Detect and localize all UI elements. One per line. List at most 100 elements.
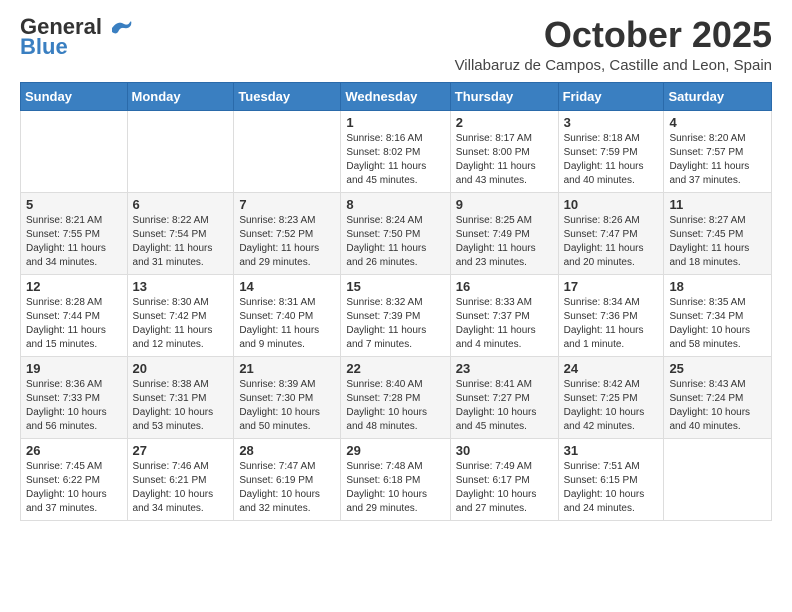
day-info: Sunrise: 8:34 AM Sunset: 7:36 PM Dayligh… (564, 296, 659, 352)
calendar-cell: 4 Sunrise: 8:20 AM Sunset: 7:57 PM Daylig… (664, 110, 772, 192)
day-info: Sunrise: 8:30 AM Sunset: 7:42 PM Dayligh… (133, 296, 229, 352)
day-number: 23 (456, 361, 553, 376)
day-info: Sunrise: 8:17 AM Sunset: 8:00 PM Dayligh… (456, 132, 553, 188)
day-info: Sunrise: 8:25 AM Sunset: 7:49 PM Dayligh… (456, 214, 553, 270)
day-number: 3 (564, 115, 659, 130)
calendar-cell: 10Sunrise: 8:26 AM Sunset: 7:47 PM Dayli… (558, 192, 664, 274)
calendar-cell: 20 Sunrise: 8:38 AM Sunset: 7:31 PM Dayli… (127, 356, 234, 438)
day-number: 22 (346, 361, 444, 376)
calendar-cell (127, 110, 234, 192)
header: General Blue October 2025 Villabaruz de … (20, 15, 772, 74)
calendar-cell: 27 Sunrise: 7:46 AM Sunset: 6:21 PM Dayli… (127, 438, 234, 520)
header-wednesday: Wednesday (341, 82, 450, 110)
calendar-cell: 3 Sunrise: 8:18 AM Sunset: 7:59 PM Daylig… (558, 110, 664, 192)
day-info: Sunrise: 8:42 AM Sunset: 7:25 PM Dayligh… (564, 378, 659, 434)
day-info: Sunrise: 8:35 AM Sunset: 7:34 PM Dayligh… (669, 296, 766, 352)
calendar-cell: 8 Sunrise: 8:24 AM Sunset: 7:50 PM Daylig… (341, 192, 450, 274)
day-number: 17 (564, 279, 659, 294)
calendar-cell: 31Sunrise: 7:51 AM Sunset: 6:15 PM Dayli… (558, 438, 664, 520)
calendar-cell (234, 110, 341, 192)
day-number: 7 (239, 197, 335, 212)
calendar: Sunday Monday Tuesday Wednesday Thursday… (20, 82, 772, 521)
day-info: Sunrise: 8:33 AM Sunset: 7:37 PM Dayligh… (456, 296, 553, 352)
calendar-cell: 17 Sunrise: 8:34 AM Sunset: 7:36 PM Dayli… (558, 274, 664, 356)
header-monday: Monday (127, 82, 234, 110)
day-number: 28 (239, 443, 335, 458)
day-number: 24 (564, 361, 659, 376)
day-info: Sunrise: 7:47 AM Sunset: 6:19 PM Dayligh… (239, 460, 335, 516)
calendar-cell: 19Sunrise: 8:36 AM Sunset: 7:33 PM Dayli… (21, 356, 128, 438)
day-info: Sunrise: 8:31 AM Sunset: 7:40 PM Dayligh… (239, 296, 335, 352)
calendar-cell: 9 Sunrise: 8:25 AM Sunset: 7:49 PM Daylig… (450, 192, 558, 274)
calendar-cell: 7 Sunrise: 8:23 AM Sunset: 7:52 PM Daylig… (234, 192, 341, 274)
day-number: 11 (669, 197, 766, 212)
header-thursday: Thursday (450, 82, 558, 110)
calendar-week-2: 5 Sunrise: 8:21 AM Sunset: 7:55 PM Daylig… (21, 192, 772, 274)
day-number: 6 (133, 197, 229, 212)
calendar-cell (664, 438, 772, 520)
day-number: 13 (133, 279, 229, 294)
calendar-cell: 18 Sunrise: 8:35 AM Sunset: 7:34 PM Dayli… (664, 274, 772, 356)
day-info: Sunrise: 8:16 AM Sunset: 8:02 PM Dayligh… (346, 132, 444, 188)
month-title: October 2025 (455, 15, 772, 55)
day-info: Sunrise: 8:22 AM Sunset: 7:54 PM Dayligh… (133, 214, 229, 270)
day-number: 5 (26, 197, 122, 212)
calendar-week-5: 26 Sunrise: 7:45 AM Sunset: 6:22 PM Dayli… (21, 438, 772, 520)
logo-bird-icon (110, 20, 132, 36)
logo-blue: Blue (20, 35, 68, 59)
day-info: Sunrise: 8:43 AM Sunset: 7:24 PM Dayligh… (669, 378, 766, 434)
days-header-row: Sunday Monday Tuesday Wednesday Thursday… (21, 82, 772, 110)
header-friday: Friday (558, 82, 664, 110)
day-number: 29 (346, 443, 444, 458)
day-number: 8 (346, 197, 444, 212)
day-number: 15 (346, 279, 444, 294)
location-title: Villabaruz de Campos, Castille and Leon,… (455, 57, 772, 74)
title-block: October 2025 Villabaruz de Campos, Casti… (455, 15, 772, 74)
day-number: 20 (133, 361, 229, 376)
calendar-cell: 25 Sunrise: 8:43 AM Sunset: 7:24 PM Dayli… (664, 356, 772, 438)
header-tuesday: Tuesday (234, 82, 341, 110)
calendar-cell: 22Sunrise: 8:40 AM Sunset: 7:28 PM Dayli… (341, 356, 450, 438)
calendar-cell: 24 Sunrise: 8:42 AM Sunset: 7:25 PM Dayli… (558, 356, 664, 438)
logo: General Blue (20, 15, 132, 59)
day-number: 25 (669, 361, 766, 376)
day-number: 2 (456, 115, 553, 130)
calendar-cell: 2 Sunrise: 8:17 AM Sunset: 8:00 PM Daylig… (450, 110, 558, 192)
calendar-cell: 16Sunrise: 8:33 AM Sunset: 7:37 PM Dayli… (450, 274, 558, 356)
day-number: 27 (133, 443, 229, 458)
day-number: 4 (669, 115, 766, 130)
day-number: 9 (456, 197, 553, 212)
day-number: 31 (564, 443, 659, 458)
day-info: Sunrise: 8:39 AM Sunset: 7:30 PM Dayligh… (239, 378, 335, 434)
header-sunday: Sunday (21, 82, 128, 110)
calendar-cell: 30Sunrise: 7:49 AM Sunset: 6:17 PM Dayli… (450, 438, 558, 520)
day-info: Sunrise: 8:27 AM Sunset: 7:45 PM Dayligh… (669, 214, 766, 270)
day-info: Sunrise: 8:18 AM Sunset: 7:59 PM Dayligh… (564, 132, 659, 188)
day-info: Sunrise: 8:38 AM Sunset: 7:31 PM Dayligh… (133, 378, 229, 434)
calendar-cell: 1 Sunrise: 8:16 AM Sunset: 8:02 PM Daylig… (341, 110, 450, 192)
day-number: 19 (26, 361, 122, 376)
day-info: Sunrise: 8:24 AM Sunset: 7:50 PM Dayligh… (346, 214, 444, 270)
day-info: Sunrise: 8:28 AM Sunset: 7:44 PM Dayligh… (26, 296, 122, 352)
calendar-cell: 13 Sunrise: 8:30 AM Sunset: 7:42 PM Dayli… (127, 274, 234, 356)
day-number: 12 (26, 279, 122, 294)
calendar-cell: 15Sunrise: 8:32 AM Sunset: 7:39 PM Dayli… (341, 274, 450, 356)
day-info: Sunrise: 8:23 AM Sunset: 7:52 PM Dayligh… (239, 214, 335, 270)
day-info: Sunrise: 8:41 AM Sunset: 7:27 PM Dayligh… (456, 378, 553, 434)
calendar-cell: 14 Sunrise: 8:31 AM Sunset: 7:40 PM Dayli… (234, 274, 341, 356)
calendar-cell: 12 Sunrise: 8:28 AM Sunset: 7:44 PM Dayli… (21, 274, 128, 356)
calendar-cell (21, 110, 128, 192)
calendar-cell: 23 Sunrise: 8:41 AM Sunset: 7:27 PM Dayli… (450, 356, 558, 438)
day-number: 26 (26, 443, 122, 458)
day-info: Sunrise: 7:45 AM Sunset: 6:22 PM Dayligh… (26, 460, 122, 516)
day-info: Sunrise: 8:20 AM Sunset: 7:57 PM Dayligh… (669, 132, 766, 188)
day-info: Sunrise: 7:46 AM Sunset: 6:21 PM Dayligh… (133, 460, 229, 516)
calendar-week-3: 12 Sunrise: 8:28 AM Sunset: 7:44 PM Dayli… (21, 274, 772, 356)
day-info: Sunrise: 7:49 AM Sunset: 6:17 PM Dayligh… (456, 460, 553, 516)
day-info: Sunrise: 8:21 AM Sunset: 7:55 PM Dayligh… (26, 214, 122, 270)
calendar-cell: 11 Sunrise: 8:27 AM Sunset: 7:45 PM Dayli… (664, 192, 772, 274)
day-number: 10 (564, 197, 659, 212)
day-number: 1 (346, 115, 444, 130)
day-number: 14 (239, 279, 335, 294)
day-number: 18 (669, 279, 766, 294)
